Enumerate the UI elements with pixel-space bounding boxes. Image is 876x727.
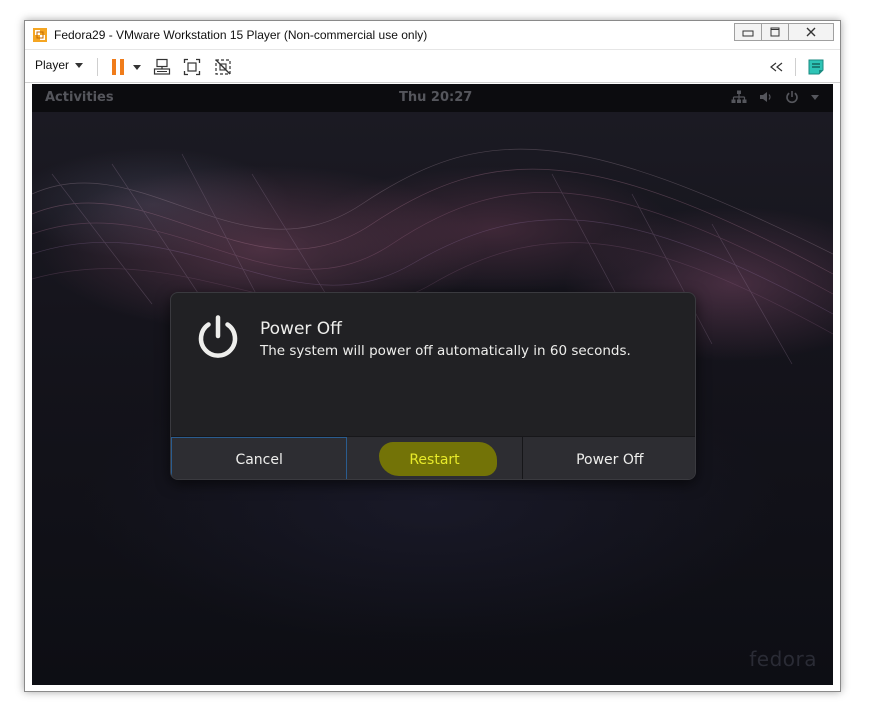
pause-button[interactable] bbox=[109, 58, 127, 76]
chevron-down-icon bbox=[133, 64, 141, 70]
clock[interactable]: Thu 20:27 bbox=[399, 90, 472, 105]
fullscreen-button[interactable] bbox=[183, 58, 201, 76]
vmware-icon[interactable] bbox=[32, 27, 48, 43]
collapse-toolbar-button[interactable] bbox=[767, 58, 785, 76]
volume-icon bbox=[760, 92, 771, 102]
notes-button[interactable] bbox=[807, 58, 825, 76]
pause-icon bbox=[112, 59, 124, 75]
toolbar-separator bbox=[97, 58, 98, 76]
player-menu-button[interactable]: Player bbox=[35, 58, 84, 72]
player-toolbar: Player bbox=[25, 49, 840, 83]
close-icon bbox=[806, 27, 816, 37]
maximize-button[interactable] bbox=[761, 23, 789, 41]
pause-options-button[interactable] bbox=[131, 58, 143, 76]
dialog-title: Power Off bbox=[260, 319, 342, 339]
maximize-icon bbox=[770, 27, 780, 37]
cancel-button[interactable]: Cancel bbox=[171, 437, 348, 479]
fullscreen-icon bbox=[183, 58, 201, 76]
cancel-button-label: Cancel bbox=[235, 451, 283, 468]
restart-button-label: Restart bbox=[409, 451, 460, 468]
network-icon bbox=[731, 90, 747, 103]
minimize-icon bbox=[742, 30, 754, 37]
minimize-button[interactable] bbox=[734, 23, 762, 41]
gnome-top-bar: Activities Thu 20:27 bbox=[32, 84, 833, 112]
chevron-down-icon bbox=[811, 94, 819, 100]
power-off-dialog: Power Off The system will power off auto… bbox=[170, 292, 696, 480]
dialog-message: The system will power off automatically … bbox=[260, 343, 631, 359]
toolbar-separator bbox=[795, 58, 796, 76]
dialog-button-row: Cancel Restart Power Off bbox=[171, 436, 695, 479]
unity-button[interactable] bbox=[214, 58, 232, 76]
notes-icon bbox=[808, 59, 824, 75]
power-off-button[interactable]: Power Off bbox=[522, 437, 695, 479]
player-menu-label: Player bbox=[35, 58, 70, 72]
activities-button[interactable]: Activities bbox=[45, 90, 114, 105]
power-icon bbox=[786, 91, 798, 104]
title-bar[interactable]: Fedora29 - VMware Workstation 15 Player … bbox=[25, 21, 840, 49]
unity-icon bbox=[215, 59, 231, 75]
restart-button[interactable]: Restart bbox=[347, 437, 523, 479]
send-keys-icon bbox=[153, 58, 171, 75]
window-controls bbox=[734, 23, 834, 41]
guest-screen[interactable]: Activities Thu 20:27 fedora Power Off Th… bbox=[32, 84, 833, 685]
power-icon bbox=[198, 315, 238, 358]
close-button[interactable] bbox=[788, 23, 834, 41]
window-title: Fedora29 - VMware Workstation 15 Player … bbox=[54, 28, 428, 42]
vmware-player-window: Fedora29 - VMware Workstation 15 Player … bbox=[24, 20, 841, 692]
send-ctrl-alt-del-button[interactable] bbox=[153, 58, 171, 76]
fedora-watermark: fedora bbox=[749, 647, 817, 671]
system-tray[interactable] bbox=[731, 90, 819, 104]
chevron-down-icon bbox=[75, 62, 84, 68]
collapse-icon bbox=[770, 62, 783, 72]
power-off-button-label: Power Off bbox=[576, 451, 644, 468]
